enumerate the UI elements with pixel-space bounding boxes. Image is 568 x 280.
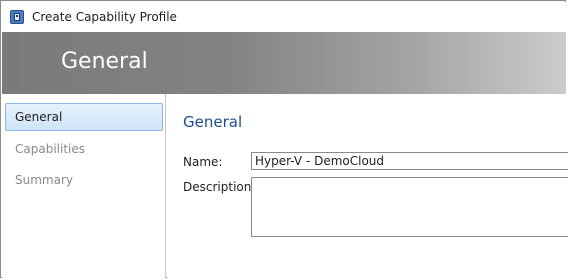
capability-profile-icon [10,10,24,24]
description-field[interactable] [251,177,568,237]
name-label: Name: [183,155,223,169]
dialog-window: Create Capability Profile General Genera… [0,0,568,278]
content-panel: General Name: Description: [167,94,568,278]
title-bar[interactable]: Create Capability Profile [2,2,566,32]
wizard-sidebar: General Capabilities Summary [2,94,166,278]
header-banner: General [2,32,566,94]
sidebar-item-general[interactable]: General [5,103,163,131]
name-field[interactable] [251,152,568,170]
window-title: Create Capability Profile [32,10,177,24]
description-label: Description: [183,180,256,194]
banner-title: General [61,49,148,74]
sidebar-item-capabilities[interactable]: Capabilities [5,135,163,163]
section-title: General [183,113,243,131]
sidebar-item-summary[interactable]: Summary [5,166,163,194]
